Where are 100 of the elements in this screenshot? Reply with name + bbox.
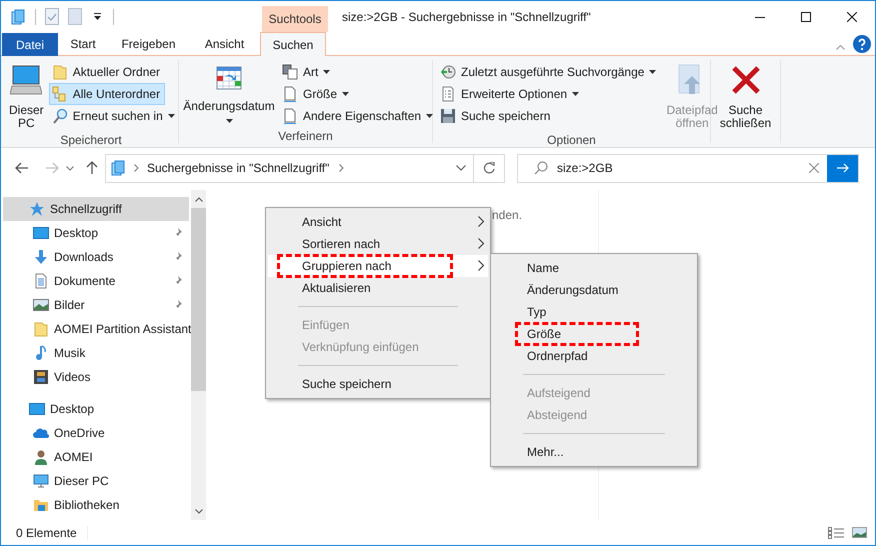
ribbon-button[interactable]: Suche speichern	[437, 105, 556, 127]
address-bar[interactable]: Suchergebnisse in "Schnellzugriff"	[105, 154, 505, 182]
ribbon-button[interactable]: Dieser PC	[8, 60, 45, 131]
document-icon	[33, 273, 49, 289]
menu-item[interactable]: Sortieren nach	[268, 233, 488, 255]
chevron-down-icon	[66, 166, 74, 170]
nav-item[interactable]: OneDrive	[1, 421, 191, 445]
person-icon	[33, 449, 49, 465]
nav-item[interactable]: Dieser PC	[1, 469, 191, 493]
scrollbar[interactable]	[191, 190, 206, 520]
nav-item[interactable]: Schnellzugriff	[3, 197, 189, 221]
ribbon-tab[interactable]: Start	[58, 32, 108, 55]
ribbon-tab[interactable]: Suchen	[260, 32, 326, 56]
dropdown-arrow-icon	[572, 92, 580, 96]
document-icon	[282, 108, 298, 124]
nav-item[interactable]: Videos	[1, 365, 191, 389]
forward-arrow-icon	[45, 162, 59, 174]
menu-item[interactable]: Mehr...	[493, 441, 695, 463]
monitor-icon	[33, 473, 49, 489]
caret-up-icon	[194, 196, 202, 202]
properties-button[interactable]	[45, 8, 59, 25]
chevron-right-icon	[339, 164, 344, 172]
nav-item[interactable]: AOMEI Partition Assistant	[1, 317, 191, 341]
menu-item[interactable]: Aktualisieren	[268, 277, 488, 299]
chevron-down-icon	[456, 165, 466, 171]
search-text: size:>2GB	[557, 160, 613, 177]
ribbon-tab[interactable]: Freigeben	[108, 32, 189, 55]
film-icon	[33, 369, 49, 385]
nav-item[interactable]: Musik	[1, 341, 191, 365]
ribbon-button[interactable]: Änderungsdatum	[183, 60, 275, 127]
nav-item[interactable]: Bibliotheken	[1, 493, 191, 517]
maximize-icon	[801, 12, 811, 22]
help-button[interactable]	[853, 35, 871, 53]
nav-item[interactable]: Desktop	[3, 397, 189, 421]
computer-icon	[10, 64, 42, 96]
ribbon-button[interactable]: Größe	[279, 83, 354, 105]
customize-toolbar-button[interactable]	[91, 13, 104, 20]
dropdown-arrow-icon	[342, 92, 350, 96]
ribbon-tab[interactable]: Datei	[2, 33, 58, 56]
menu-item[interactable]: Gruppieren nach	[268, 255, 488, 277]
folders-icon	[110, 160, 126, 176]
ribbon-button[interactable]: Alle Unterordner	[48, 83, 166, 105]
nav-item[interactable]: AOMEI	[1, 445, 191, 469]
chevron-right-icon	[478, 260, 484, 271]
refresh-icon	[483, 162, 495, 174]
close-icon	[847, 12, 857, 22]
nav-item[interactable]: Downloads	[1, 245, 191, 269]
ribbon-button[interactable]: Zuletzt ausgeführte Suchvorgänge	[437, 61, 662, 83]
ribbon-tab[interactable]: Ansicht	[189, 32, 260, 55]
chevron-right-icon	[478, 216, 484, 227]
details-view-button[interactable]	[828, 526, 844, 538]
desktop-icon	[33, 225, 49, 241]
item-count: 0 Elemente	[16, 524, 77, 542]
calendar-icon	[215, 64, 243, 92]
file-types-icon	[282, 64, 298, 80]
nav-item[interactable]: Dokumente	[1, 269, 191, 293]
image-icon	[33, 297, 49, 313]
document-icon	[68, 8, 82, 25]
menu-item[interactable]: Änderungsdatum	[493, 279, 695, 301]
ribbon-button[interactable]: Aktueller Ordner	[48, 61, 166, 83]
search-field[interactable]: size:>2GB	[517, 154, 859, 182]
history-icon	[440, 64, 456, 80]
desktop-icon	[29, 401, 45, 417]
search-icon	[52, 108, 68, 124]
ribbon-button[interactable]: Erweiterte Optionen	[437, 83, 584, 105]
menu-item[interactable]: Typ	[493, 301, 695, 323]
document-icon	[282, 86, 298, 102]
group-label: Verfeinern	[278, 128, 333, 145]
dropdown-arrow-icon	[426, 114, 434, 118]
folders-icon	[52, 86, 68, 102]
search-icon	[534, 161, 548, 175]
nav-item[interactable]: Bilder	[1, 293, 191, 317]
breadcrumb[interactable]: Suchergebnisse in "Schnellzugriff"	[147, 159, 330, 177]
ribbon-button[interactable]: Erneut suchen in	[48, 105, 180, 127]
folders-icon	[10, 8, 26, 24]
menu-item[interactable]: Name	[493, 257, 695, 279]
folder-icon	[33, 321, 49, 337]
dropdown-arrow-icon	[93, 13, 102, 20]
ribbon-button[interactable]: Andere Eigenschaften	[279, 105, 438, 127]
chevron-right-icon	[134, 164, 139, 172]
folder-icon	[52, 64, 68, 80]
save-icon	[440, 108, 456, 124]
dropdown-arrow-icon	[323, 70, 330, 74]
menu-item[interactable]: Ansicht	[268, 211, 488, 233]
menu-item[interactable]: Größe	[493, 323, 695, 345]
menu-item[interactable]: Suche speichern	[268, 373, 488, 395]
recent-locations-button[interactable]	[64, 166, 76, 170]
ribbon-button[interactable]: Art	[279, 61, 336, 83]
search-go-button[interactable]	[827, 154, 858, 182]
caret-down-icon	[194, 508, 202, 514]
collapse-ribbon-button[interactable]	[836, 45, 845, 50]
clear-icon	[809, 163, 819, 173]
menu-item[interactable]: Ordnerpfad	[493, 345, 695, 367]
group-label: Optionen	[547, 132, 596, 149]
help-icon	[853, 35, 871, 53]
library-folder-icon	[33, 497, 49, 513]
window-title: size:>2GB - Suchergebnisse in "Schnellzugriff"	[342, 8, 592, 26]
chevron-right-icon	[478, 238, 484, 249]
large-icons-view-button[interactable]	[852, 527, 867, 538]
nav-item[interactable]: Desktop	[1, 221, 191, 245]
